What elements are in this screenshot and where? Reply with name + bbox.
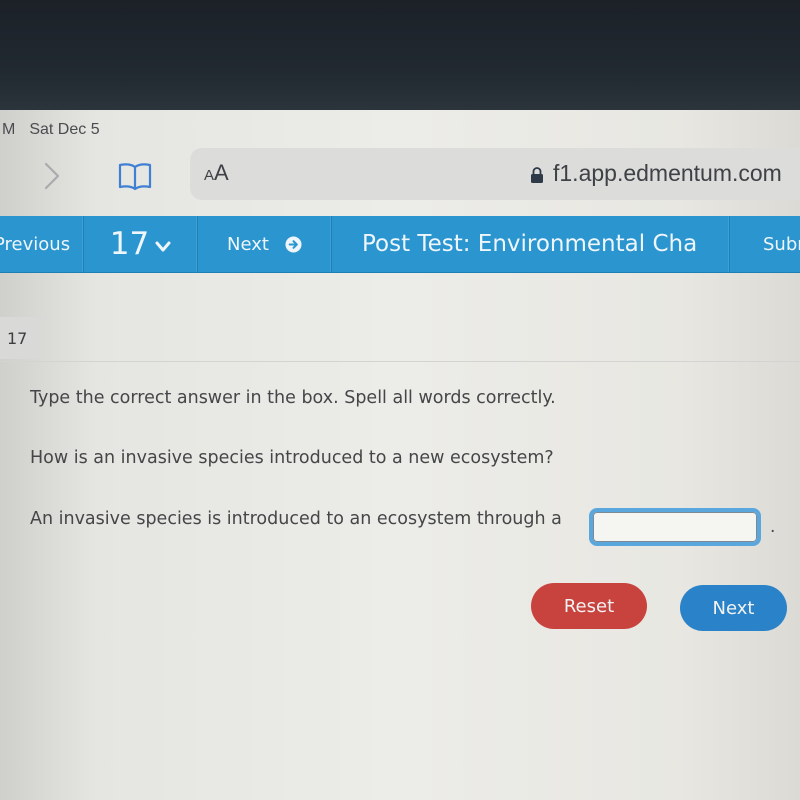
test-title: Post Test: Environmental Cha (332, 216, 730, 272)
url-text: f1.app.edmentum.com (553, 160, 782, 186)
answer-sentence-start: An invasive species is introduced to an … (30, 509, 562, 529)
forward-button[interactable] (40, 160, 64, 192)
bookmarks-button[interactable] (118, 161, 152, 191)
submit-test-button[interactable]: Submit (730, 216, 800, 272)
question-header (0, 296, 800, 362)
test-title-text: Post Test: Environmental Cha (362, 231, 698, 257)
answer-sentence-end: . (770, 517, 776, 537)
reset-button[interactable]: Reset (531, 583, 647, 629)
question-selector-number: 17 (109, 226, 150, 262)
chevron-right-icon (44, 162, 60, 190)
reader-big-a: A (214, 160, 229, 185)
question-selector[interactable]: 17 (84, 216, 198, 272)
question-prompt: How is an invasive species introduced to… (30, 448, 554, 468)
url-display[interactable]: f1.app.edmentum.com (530, 160, 782, 187)
question-instruction: Type the correct answer in the box. Spel… (30, 388, 556, 408)
submit-label: Submit (763, 233, 800, 255)
screen-bezel (0, 0, 800, 112)
reader-small-a: A (204, 167, 215, 184)
question-number-text: 17 (7, 328, 28, 348)
test-nav-bar: Previous 17 Next Post Test: Environmenta… (0, 216, 800, 272)
arrow-circle-right-icon (285, 235, 302, 253)
previous-label: Previous (0, 233, 71, 255)
status-time: M (2, 121, 16, 138)
reader-view-button[interactable]: A A (204, 160, 229, 186)
next-button[interactable]: Next (680, 585, 787, 631)
answer-input[interactable] (589, 508, 761, 546)
nav-next-button[interactable]: Next (198, 216, 332, 272)
status-date: Sat Dec 5 (29, 121, 100, 138)
status-bar: M Sat Dec 5 (0, 118, 400, 142)
question-number: 17 (0, 317, 44, 359)
nav-next-label: Next (227, 233, 269, 255)
lock-icon (531, 166, 543, 183)
answer-sentence: An invasive species is introduced to an … (30, 509, 562, 529)
book-icon (118, 163, 152, 191)
chevron-down-icon (155, 241, 171, 252)
previous-button[interactable]: Previous (0, 216, 84, 272)
